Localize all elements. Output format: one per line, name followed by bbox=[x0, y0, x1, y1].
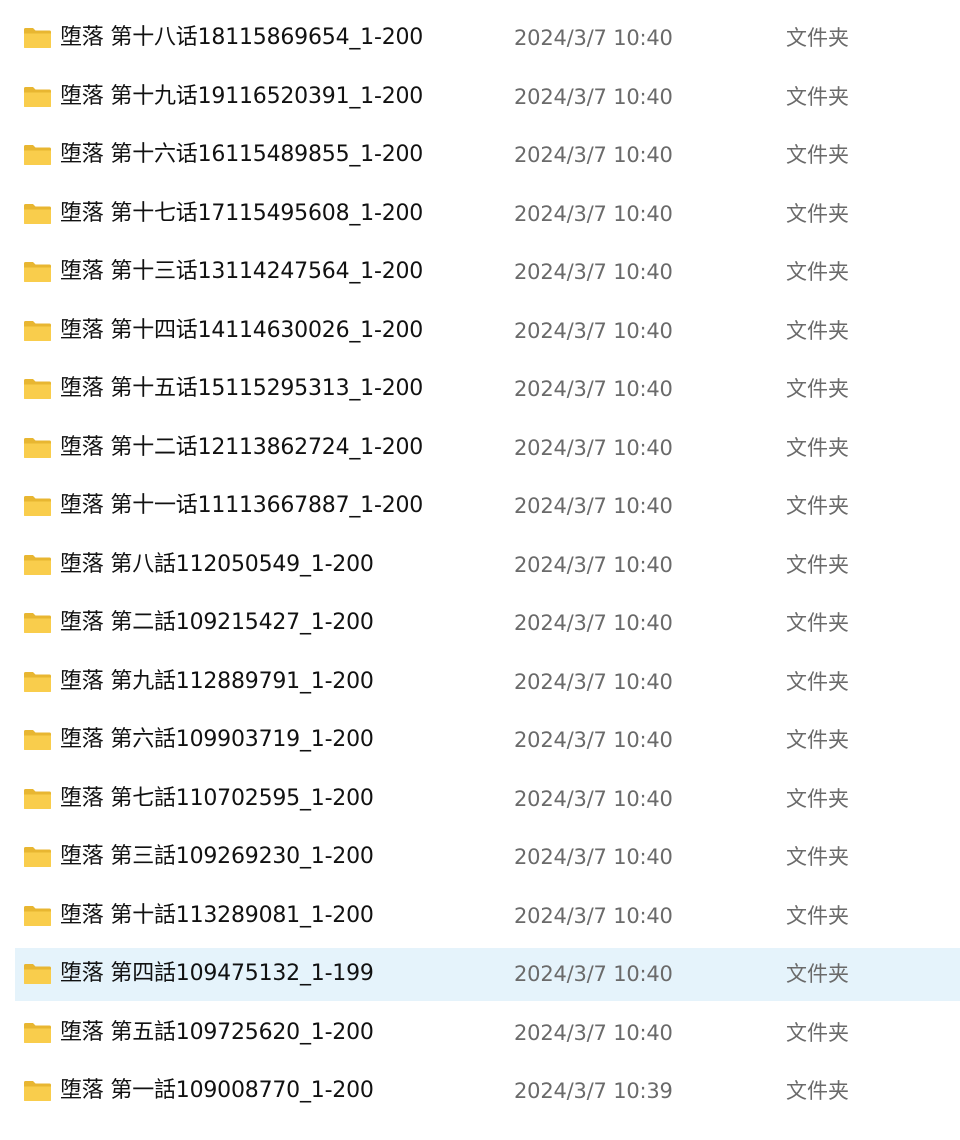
file-row[interactable]: 堕落 第七話110702595_1-200 2024/3/7 10:40 文件夹 bbox=[0, 770, 960, 829]
file-name[interactable]: 堕落 第十六话16115489855_1-200 bbox=[60, 126, 423, 185]
file-row[interactable]: 堕落 第四話109475132_1-199 2024/3/7 10:40 文件夹 bbox=[0, 945, 960, 1004]
modified-date: 2024/3/7 10:40 bbox=[514, 728, 673, 752]
file-name[interactable]: 堕落 第九話112889791_1-200 bbox=[60, 653, 374, 712]
file-row[interactable]: 堕落 第三話109269230_1-200 2024/3/7 10:40 文件夹 bbox=[0, 828, 960, 887]
file-type: 文件夹 bbox=[786, 845, 849, 869]
file-row[interactable]: 堕落 第十二话12113862724_1-200 2024/3/7 10:40 文件… bbox=[0, 419, 960, 478]
modified-date: 2024/3/7 10:40 bbox=[514, 903, 673, 928]
file-type: 文件夹 bbox=[786, 903, 849, 928]
folder-icon bbox=[23, 554, 52, 576]
folder-icon bbox=[23, 437, 52, 459]
file-row[interactable]: 堕落 第十九话19116520391_1-200 2024/3/7 10:40 文件… bbox=[0, 68, 960, 127]
file-row[interactable]: 堕落 第十一话11113667887_1-200 2024/3/7 10:40 文件… bbox=[0, 477, 960, 536]
file-name[interactable]: 堕落 第八話112050549_1-200 bbox=[60, 536, 374, 595]
modified-date: 2024/3/7 10:40 bbox=[514, 201, 673, 226]
modified-date: 2024/3/7 10:40 bbox=[514, 318, 673, 343]
file-type: 文件夹 bbox=[786, 377, 849, 401]
modified-date: 2024/3/7 10:40 bbox=[514, 435, 673, 460]
folder-icon bbox=[23, 729, 52, 751]
modified-date: 2024/3/7 10:40 bbox=[514, 962, 673, 986]
file-type: 文件夹 bbox=[786, 962, 849, 986]
file-type: 文件夹 bbox=[786, 26, 849, 50]
modified-date: 2024/3/7 10:40 bbox=[514, 84, 673, 109]
folder-icon bbox=[23, 905, 52, 927]
folder-icon bbox=[23, 671, 52, 693]
file-type: 文件夹 bbox=[786, 435, 849, 460]
folder-icon bbox=[23, 86, 52, 108]
modified-date: 2024/3/7 10:40 bbox=[514, 260, 673, 284]
file-type: 文件夹 bbox=[786, 143, 849, 167]
file-row[interactable]: 堕落 第十七话17115495608_1-200 2024/3/7 10:40 文件… bbox=[0, 185, 960, 244]
file-type: 文件夹 bbox=[786, 318, 849, 343]
file-name[interactable]: 堕落 第十二话12113862724_1-200 bbox=[60, 419, 423, 478]
folder-icon bbox=[23, 612, 52, 634]
file-type: 文件夹 bbox=[786, 260, 849, 284]
file-name[interactable]: 堕落 第七話110702595_1-200 bbox=[60, 770, 374, 829]
file-row[interactable]: 堕落 第十八话18115869654_1-200 2024/3/7 10:40 文件… bbox=[0, 9, 960, 68]
modified-date: 2024/3/7 10:40 bbox=[514, 786, 673, 811]
folder-icon bbox=[23, 846, 52, 868]
modified-date: 2024/3/7 10:40 bbox=[514, 845, 673, 869]
file-name[interactable]: 堕落 第六話109903719_1-200 bbox=[60, 711, 374, 770]
folder-icon bbox=[23, 963, 52, 985]
file-row[interactable]: 堕落 第十四话14114630026_1-200 2024/3/7 10:40 文件… bbox=[0, 302, 960, 361]
modified-date: 2024/3/7 10:40 bbox=[514, 377, 673, 401]
file-type: 文件夹 bbox=[786, 552, 849, 577]
file-list: 堕落 第十八话18115869654_1-200 2024/3/7 10:40 文件… bbox=[0, 9, 960, 1121]
folder-icon bbox=[23, 788, 52, 810]
modified-date: 2024/3/7 10:40 bbox=[514, 143, 673, 167]
file-row[interactable]: 堕落 第五話109725620_1-200 2024/3/7 10:40 文件夹 bbox=[0, 1004, 960, 1063]
file-type: 文件夹 bbox=[786, 786, 849, 811]
folder-icon bbox=[23, 1080, 52, 1102]
file-row[interactable]: 堕落 第十五话15115295313_1-200 2024/3/7 10:40 文件… bbox=[0, 360, 960, 419]
folder-icon bbox=[23, 144, 52, 166]
file-name[interactable]: 堕落 第十話113289081_1-200 bbox=[60, 887, 374, 946]
file-type: 文件夹 bbox=[786, 494, 849, 518]
folder-icon bbox=[23, 261, 52, 283]
file-row[interactable]: 堕落 第十六话16115489855_1-200 2024/3/7 10:40 文件… bbox=[0, 126, 960, 185]
folder-icon bbox=[23, 1022, 52, 1044]
file-name[interactable]: 堕落 第十七话17115495608_1-200 bbox=[60, 185, 423, 244]
file-row[interactable]: 堕落 第十話113289081_1-200 2024/3/7 10:40 文件夹 bbox=[0, 887, 960, 946]
file-name[interactable]: 堕落 第十一话11113667887_1-200 bbox=[60, 477, 423, 536]
file-name[interactable]: 堕落 第五話109725620_1-200 bbox=[60, 1004, 374, 1063]
folder-icon bbox=[23, 203, 52, 225]
file-row[interactable]: 堕落 第二話109215427_1-200 2024/3/7 10:40 文件夹 bbox=[0, 594, 960, 653]
folder-icon bbox=[23, 320, 52, 342]
file-name[interactable]: 堕落 第一話109008770_1-200 bbox=[60, 1062, 374, 1121]
modified-date: 2024/3/7 10:40 bbox=[514, 494, 673, 518]
file-name[interactable]: 堕落 第二話109215427_1-200 bbox=[60, 594, 374, 653]
modified-date: 2024/3/7 10:40 bbox=[514, 1020, 673, 1045]
modified-date: 2024/3/7 10:39 bbox=[514, 1079, 673, 1103]
file-name[interactable]: 堕落 第十八话18115869654_1-200 bbox=[60, 9, 423, 68]
file-name[interactable]: 堕落 第三話109269230_1-200 bbox=[60, 828, 374, 887]
modified-date: 2024/3/7 10:40 bbox=[514, 552, 673, 577]
file-row[interactable]: 堕落 第九話112889791_1-200 2024/3/7 10:40 文件夹 bbox=[0, 653, 960, 712]
file-name[interactable]: 堕落 第十五话15115295313_1-200 bbox=[60, 360, 423, 419]
file-type: 文件夹 bbox=[786, 1079, 849, 1103]
file-row[interactable]: 堕落 第十三话13114247564_1-200 2024/3/7 10:40 文件… bbox=[0, 243, 960, 302]
file-type: 文件夹 bbox=[786, 669, 849, 694]
folder-icon bbox=[23, 495, 52, 517]
folder-icon bbox=[23, 378, 52, 400]
file-name[interactable]: 堕落 第十九话19116520391_1-200 bbox=[60, 68, 423, 127]
file-name[interactable]: 堕落 第十四话14114630026_1-200 bbox=[60, 302, 423, 361]
file-row[interactable]: 堕落 第六話109903719_1-200 2024/3/7 10:40 文件夹 bbox=[0, 711, 960, 770]
file-type: 文件夹 bbox=[786, 611, 849, 635]
folder-icon bbox=[23, 27, 52, 49]
file-type: 文件夹 bbox=[786, 728, 849, 752]
file-type: 文件夹 bbox=[786, 84, 849, 109]
file-type: 文件夹 bbox=[786, 1020, 849, 1045]
modified-date: 2024/3/7 10:40 bbox=[514, 611, 673, 635]
file-name[interactable]: 堕落 第四話109475132_1-199 bbox=[60, 945, 374, 1004]
modified-date: 2024/3/7 10:40 bbox=[514, 26, 673, 50]
file-type: 文件夹 bbox=[786, 201, 849, 226]
modified-date: 2024/3/7 10:40 bbox=[514, 669, 673, 694]
file-row[interactable]: 堕落 第八話112050549_1-200 2024/3/7 10:40 文件夹 bbox=[0, 536, 960, 595]
file-row[interactable]: 堕落 第一話109008770_1-200 2024/3/7 10:39 文件夹 bbox=[0, 1062, 960, 1121]
file-name[interactable]: 堕落 第十三话13114247564_1-200 bbox=[60, 243, 423, 302]
